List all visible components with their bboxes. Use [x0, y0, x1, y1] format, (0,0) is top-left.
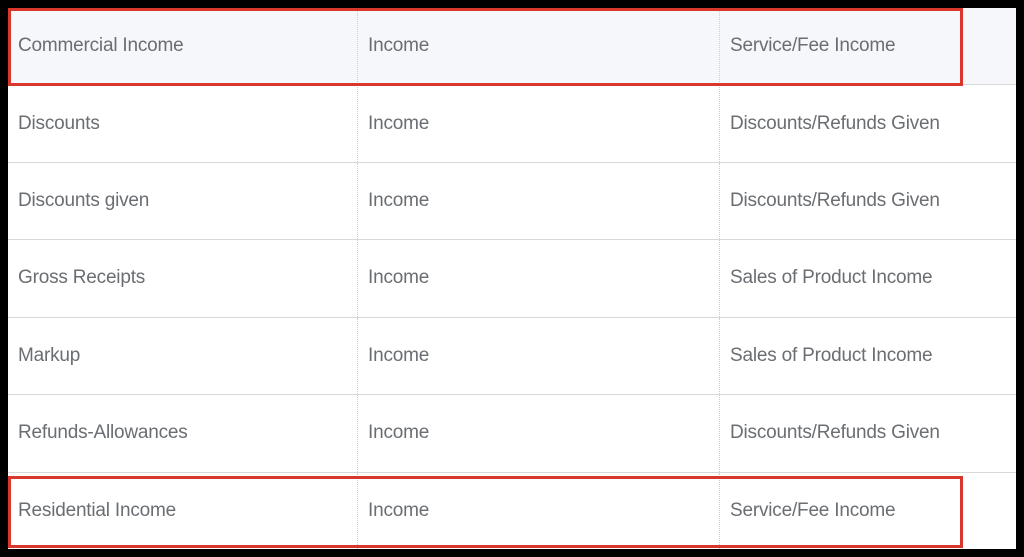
account-name-cell: Refunds-Allowances: [8, 395, 358, 471]
table-row[interactable]: Residential Income Income Service/Fee In…: [8, 473, 1016, 549]
account-name: Markup: [18, 345, 80, 367]
account-detail-cell: Service/Fee Income: [720, 473, 1016, 549]
account-detail-cell: Discounts/Refunds Given: [720, 395, 1016, 471]
table-row[interactable]: Refunds-Allowances Income Discounts/Refu…: [8, 395, 1016, 472]
account-type-cell: Income: [358, 163, 720, 239]
account-name: Discounts given: [18, 190, 149, 212]
account-detail-cell: Discounts/Refunds Given: [720, 163, 1016, 239]
account-type-cell: Income: [358, 240, 720, 316]
accounts-table-container: Commercial Income Income Service/Fee Inc…: [8, 8, 1016, 549]
account-name: Discounts: [18, 113, 100, 135]
account-type: Income: [368, 267, 429, 289]
account-type-cell: Income: [358, 318, 720, 394]
table-row[interactable]: Commercial Income Income Service/Fee Inc…: [8, 8, 1016, 85]
account-detail-cell: Service/Fee Income: [720, 8, 1016, 84]
account-type: Income: [368, 422, 429, 444]
table-row[interactable]: Gross Receipts Income Sales of Product I…: [8, 240, 1016, 317]
account-type: Income: [368, 190, 429, 212]
table-row[interactable]: Discounts Income Discounts/Refunds Given: [8, 85, 1016, 162]
account-name-cell: Markup: [8, 318, 358, 394]
table-row[interactable]: Markup Income Sales of Product Income: [8, 318, 1016, 395]
account-name-cell: Discounts: [8, 85, 358, 161]
account-type: Income: [368, 345, 429, 367]
account-type-cell: Income: [358, 8, 720, 84]
account-type-cell: Income: [358, 473, 720, 549]
account-name-cell: Discounts given: [8, 163, 358, 239]
account-name: Commercial Income: [18, 35, 184, 57]
account-detail: Service/Fee Income: [730, 35, 895, 57]
account-type: Income: [368, 113, 429, 135]
account-type: Income: [368, 500, 429, 522]
account-detail: Discounts/Refunds Given: [730, 190, 940, 212]
account-name-cell: Commercial Income: [8, 8, 358, 84]
account-detail-cell: Discounts/Refunds Given: [720, 85, 1016, 161]
account-detail-cell: Sales of Product Income: [720, 240, 1016, 316]
account-name-cell: Residential Income: [8, 473, 358, 549]
account-type-cell: Income: [358, 395, 720, 471]
account-name: Refunds-Allowances: [18, 422, 188, 444]
account-type-cell: Income: [358, 85, 720, 161]
account-detail: Discounts/Refunds Given: [730, 422, 940, 444]
account-name: Residential Income: [18, 500, 176, 522]
account-type: Income: [368, 35, 429, 57]
account-detail: Discounts/Refunds Given: [730, 113, 940, 135]
account-detail: Sales of Product Income: [730, 267, 932, 289]
accounts-table: Commercial Income Income Service/Fee Inc…: [8, 8, 1016, 549]
table-row[interactable]: Discounts given Income Discounts/Refunds…: [8, 163, 1016, 240]
account-name: Gross Receipts: [18, 267, 145, 289]
account-detail: Service/Fee Income: [730, 500, 895, 522]
account-detail: Sales of Product Income: [730, 345, 932, 367]
account-name-cell: Gross Receipts: [8, 240, 358, 316]
account-detail-cell: Sales of Product Income: [720, 318, 1016, 394]
